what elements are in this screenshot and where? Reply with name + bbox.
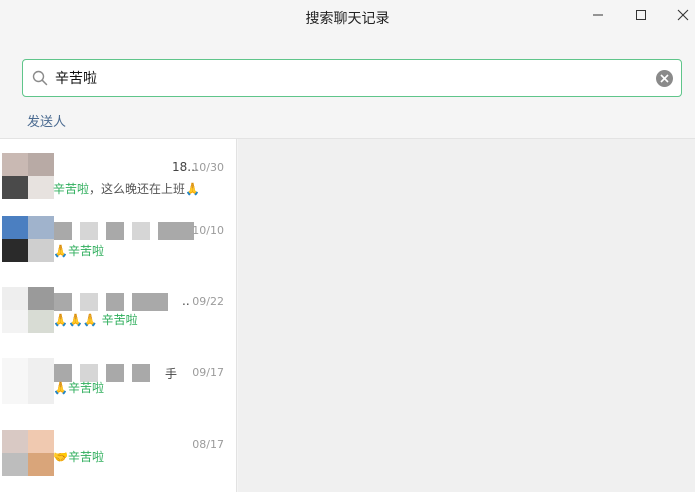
- keyword-highlight: 辛苦啦: [67, 381, 104, 395]
- contact-name-blur: [54, 222, 194, 240]
- result-row[interactable]: 手 09/17 🙏辛苦啦: [0, 358, 236, 426]
- message-snippet: 辛苦啦，这么晚还在上班🙏: [53, 182, 200, 196]
- close-icon: [677, 9, 689, 21]
- minimize-button[interactable]: [584, 4, 612, 26]
- result-date: 10/10: [192, 224, 224, 237]
- result-row[interactable]: 08/17 🤝辛苦啦: [0, 430, 236, 492]
- results-list[interactable]: 18... 10/30 辛苦啦，这么晚还在上班🙏 10/10 🙏辛苦啦 .. 0…: [0, 139, 237, 492]
- minimize-icon: [593, 14, 603, 16]
- message-snippet: 🙏辛苦啦: [53, 244, 104, 258]
- keyword-highlight: 辛苦啦: [67, 450, 104, 464]
- avatar: [2, 216, 54, 262]
- title-bar: 搜索聊天记录: [0, 0, 695, 34]
- result-row[interactable]: .. 09/22 🙏🙏🙏 辛苦啦: [0, 287, 236, 355]
- result-date: 10/30: [192, 161, 224, 174]
- result-row[interactable]: 10/10 🙏辛苦啦: [0, 216, 236, 284]
- close-button[interactable]: [669, 4, 695, 26]
- avatar: [2, 153, 54, 199]
- sender-filter-link[interactable]: 发送人: [27, 111, 66, 130]
- result-date: 09/17: [192, 366, 224, 379]
- message-snippet: 🤝辛苦啦: [53, 450, 104, 464]
- keyword-highlight: 辛苦啦: [67, 244, 104, 258]
- search-input[interactable]: [55, 66, 655, 90]
- keyword-highlight: 辛苦啦: [101, 313, 138, 327]
- search-box[interactable]: [22, 59, 682, 97]
- maximize-button[interactable]: [627, 4, 655, 26]
- avatar: [2, 358, 54, 404]
- avatar: [2, 287, 54, 333]
- contact-name: ..: [182, 294, 190, 308]
- search-icon: [32, 70, 48, 86]
- clear-search-icon[interactable]: [656, 70, 673, 87]
- keyword-highlight: 辛苦啦: [53, 182, 90, 196]
- result-date: 08/17: [192, 438, 224, 451]
- maximize-icon: [636, 10, 646, 20]
- result-date: 09/22: [192, 295, 224, 308]
- message-snippet: 🙏辛苦啦: [53, 381, 104, 395]
- message-snippet: 🙏🙏🙏 辛苦啦: [53, 313, 138, 327]
- contact-name-blur: [54, 293, 168, 311]
- result-row[interactable]: 18... 10/30 辛苦啦，这么晚还在上班🙏: [0, 153, 236, 221]
- contact-name: 手: [165, 367, 178, 381]
- avatar: [2, 430, 54, 476]
- message-detail-pane: [238, 139, 695, 492]
